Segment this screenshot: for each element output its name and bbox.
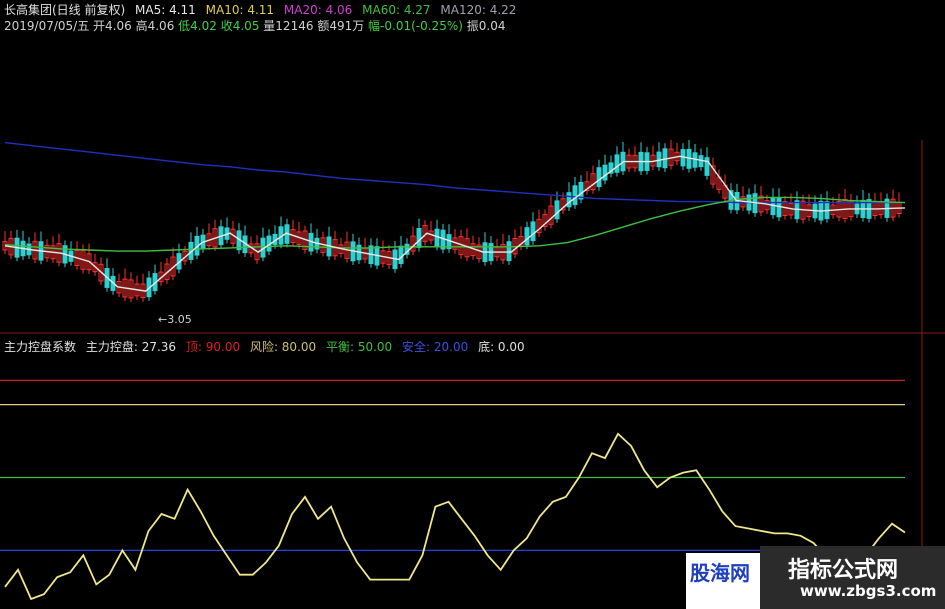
candle-body <box>602 164 608 181</box>
bar-volume: 量12146 <box>263 19 314 33</box>
candlesticks <box>2 139 902 303</box>
occluded-region <box>228 280 716 330</box>
moving-average-lines <box>4 141 906 292</box>
candle-body <box>524 227 530 246</box>
bar-close: 收4.05 <box>220 19 260 33</box>
level-risk: 风险: 80.00 <box>249 340 317 354</box>
bar-amount: 额491万 <box>317 19 365 33</box>
indicator-levels <box>0 379 905 552</box>
candle-body <box>776 197 782 218</box>
ma5-value: MA5: 4.11 <box>135 3 196 17</box>
candle-body <box>596 167 602 188</box>
ma20-value: MA20: 4.06 <box>283 3 353 17</box>
level-balance: 平衡: 50.00 <box>325 340 393 354</box>
low-price-marker: ←3.05 <box>158 313 192 326</box>
candle-body <box>614 154 620 173</box>
level-bottom: 底: 0.00 <box>478 340 525 354</box>
ma-line-ma120 <box>4 141 905 204</box>
ma60-value: MA60: 4.27 <box>362 3 431 17</box>
occluded-region <box>534 0 945 140</box>
price-header: 长高集团(日线 前复权) MA5: 4.11 MA10: 4.11 MA20: … <box>4 2 522 18</box>
candle-body <box>416 228 422 248</box>
watermark-left: 股海网 <box>686 553 760 609</box>
candle-body <box>554 200 560 220</box>
candle-body <box>572 185 578 206</box>
candle-body <box>506 241 512 262</box>
ma120-value: MA120: 4.22 <box>440 3 517 17</box>
indicator-value: 主力控盘: 27.36 <box>85 340 177 354</box>
watermark-right: 指标公式网 www.zbgs3.com <box>760 546 945 609</box>
level-safe: 安全: 20.00 <box>402 340 469 354</box>
level-top: 顶: 90.00 <box>185 340 241 354</box>
bar-amplitude: 振0.04 <box>466 19 506 33</box>
candle-body <box>398 245 404 264</box>
watermark-left-text: 股海网 <box>690 561 750 585</box>
ma-line-ma5 <box>4 155 906 292</box>
stock-title: 长高集团(日线 前复权) <box>4 3 126 17</box>
watermark-url: www.zbgs3.com <box>800 582 937 600</box>
bar-low: 低4.02 <box>178 19 217 33</box>
watermark-title: 指标公式网 <box>788 558 899 583</box>
candle-body <box>704 157 710 176</box>
indicator-header: 主力控盘系数 主力控盘: 27.36 顶: 90.00 风险: 80.00 平衡… <box>4 339 531 355</box>
bar-info: 2019/07/05/五 开4.06 高4.06 低4.02 收4.05 量12… <box>4 18 505 34</box>
bar-high: 高4.06 <box>135 19 175 33</box>
candle-body <box>530 221 536 242</box>
ma10-value: MA10: 4.11 <box>205 3 275 17</box>
chart-window: { "header": { "stock": "长高集团(日线 前复权)", "… <box>0 0 945 609</box>
candle-body <box>566 192 572 208</box>
bar-date: 2019/07/05/五 <box>4 19 90 33</box>
bar-open: 开4.06 <box>93 19 132 33</box>
bar-change: 幅-0.01(-0.25%) <box>368 19 463 33</box>
indicator-name: 主力控盘系数 <box>4 340 77 354</box>
